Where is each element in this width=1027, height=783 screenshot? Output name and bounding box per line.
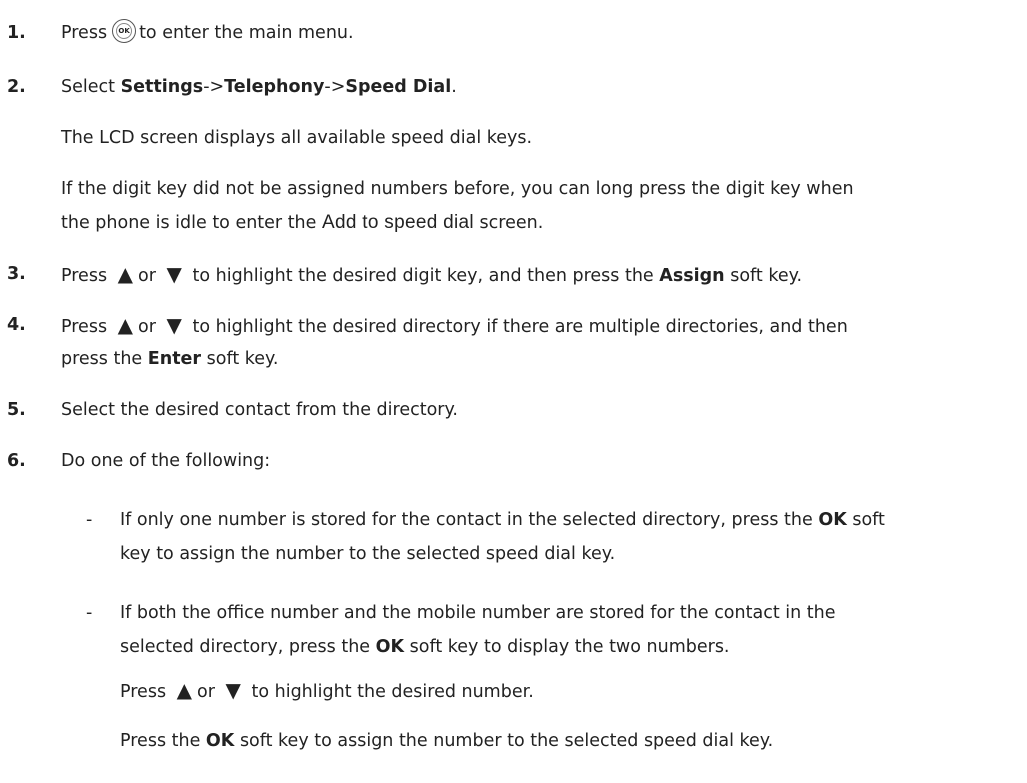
enter-key-label: Enter — [147, 349, 202, 369]
step-number: 2. — [7, 77, 26, 97]
menu-path-telephony: Telephony — [224, 77, 325, 97]
step-number: 1. — [7, 23, 26, 43]
ok-button-icon: OK — [112, 19, 137, 43]
lcd-screen-name: Add to speed dial — [322, 212, 474, 233]
up-arrow-icon: ▲ — [117, 262, 134, 286]
ok-key-label: OK — [818, 510, 847, 530]
step-text: Select Settings->Telephony->Speed Dial. — [61, 77, 457, 97]
ok-key-label: OK — [375, 637, 405, 657]
down-arrow-icon: ▼ — [225, 678, 241, 702]
down-arrow-icon: ▼ — [166, 313, 182, 337]
assign-key-label: Assign — [659, 266, 725, 286]
step-number: 5. — [7, 400, 26, 420]
step-number: 6. — [7, 451, 26, 471]
up-arrow-icon: ▲ — [117, 313, 134, 337]
step-text: Select the desired contact from the dire… — [61, 400, 458, 420]
menu-path-speed-dial: Speed Dial — [345, 77, 452, 97]
menu-path-settings: Settings — [120, 77, 204, 97]
step-text: Press ▲ or ▼ to highlight the desired dig… — [61, 262, 803, 286]
up-arrow-icon: ▲ — [176, 678, 193, 702]
step-text: Press ▲ or ▼ to highlight the desired dir… — [61, 313, 848, 337]
step-text: Press OK to enter the main menu. — [61, 19, 354, 45]
bullet-dash: - — [86, 603, 93, 623]
step-number: 4. — [7, 315, 26, 335]
ok-key-label: OK — [205, 731, 235, 751]
step-number: 3. — [7, 264, 26, 284]
step-text: Do one of the following: — [61, 451, 271, 471]
bullet-dash: - — [86, 510, 93, 530]
down-arrow-icon: ▼ — [166, 262, 182, 286]
